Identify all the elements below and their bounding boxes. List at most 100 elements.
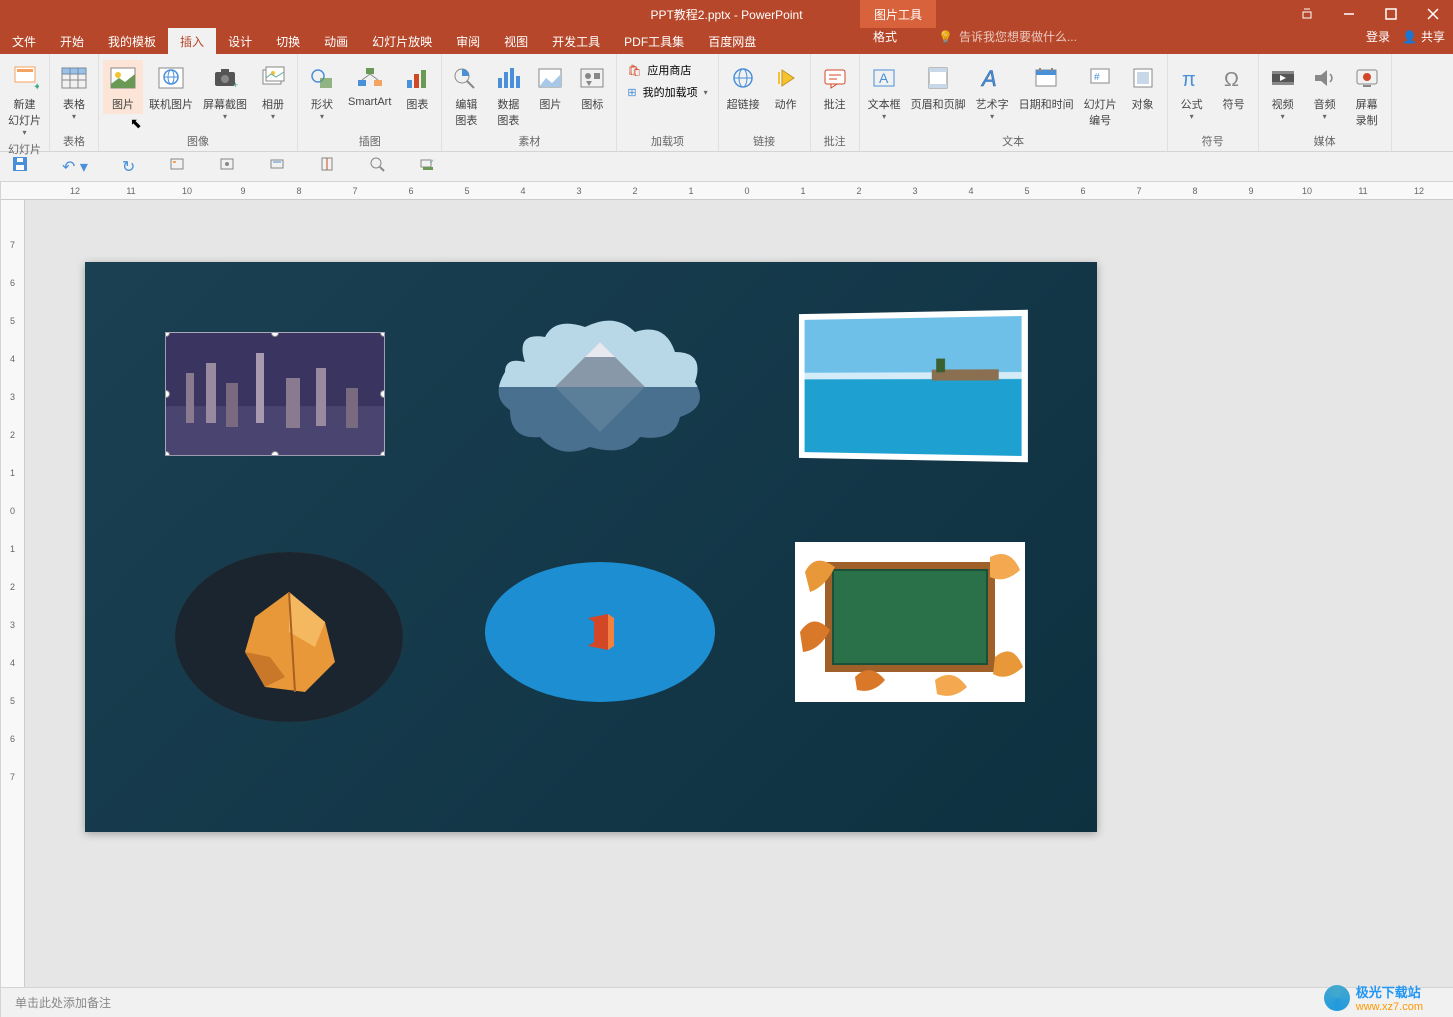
chevron-down-icon: ▾ — [1323, 112, 1327, 121]
tab-home[interactable]: 开始 — [48, 28, 96, 54]
equation-icon: π — [1176, 62, 1208, 94]
chevron-down-icon: ▾ — [271, 112, 275, 121]
notes-pane[interactable]: 单击此处添加备注 — [1, 987, 1453, 1017]
image-material-button[interactable]: 图片 — [530, 60, 570, 114]
picture-button[interactable]: 图片 — [103, 60, 143, 114]
qat-btn-6[interactable] — [267, 154, 287, 179]
action-button[interactable]: 动作 — [766, 60, 806, 114]
video-button[interactable]: 视频 ▾ — [1263, 60, 1303, 123]
minimize-button[interactable] — [1329, 0, 1369, 28]
slide-number-button[interactable]: # 幻灯片 编号 — [1080, 60, 1121, 130]
resize-handle-sw[interactable] — [165, 451, 170, 456]
qat-btn-7[interactable] — [317, 154, 337, 179]
date-time-button[interactable]: 日期和时间 — [1015, 60, 1078, 114]
tab-file[interactable]: 文件 — [0, 28, 48, 54]
object-button[interactable]: 对象 — [1123, 60, 1163, 114]
notes-placeholder: 单击此处添加备注 — [15, 996, 111, 1010]
svg-text:Ω: Ω — [1224, 69, 1239, 90]
header-footer-icon — [922, 62, 954, 94]
svg-text:A: A — [980, 66, 997, 90]
hyperlink-icon — [727, 62, 759, 94]
tab-animations[interactable]: 动画 — [312, 28, 360, 54]
watermark-url: www.xz7.com — [1356, 1001, 1423, 1013]
my-addins-button[interactable]: ⊞ 我的加载项 ▾ — [627, 84, 707, 100]
image-beach[interactable] — [799, 310, 1028, 463]
tab-baidu-netdisk[interactable]: 百度网盘 — [696, 28, 768, 54]
ribbon-display-options-button[interactable] — [1287, 0, 1327, 28]
comment-icon — [819, 62, 851, 94]
data-chart-icon — [492, 62, 524, 94]
tab-view[interactable]: 视图 — [492, 28, 540, 54]
image-office-logo[interactable] — [485, 562, 715, 702]
svg-text:A: A — [879, 70, 889, 86]
image-city-selected[interactable]: ↻ — [165, 332, 385, 456]
audio-button[interactable]: 音频 ▾ — [1305, 60, 1345, 123]
image-leaf[interactable] — [175, 552, 403, 722]
tab-insert[interactable]: 插入 — [168, 28, 216, 54]
screenshot-button[interactable]: + 屏幕截图 ▾ — [199, 60, 251, 123]
tellme-search[interactable]: 💡 告诉我您想要做什么... — [930, 28, 1085, 45]
textbox-button[interactable]: A 文本框 ▾ — [864, 60, 905, 123]
smartart-button[interactable]: SmartArt — [344, 60, 395, 110]
save-button[interactable] — [10, 154, 30, 179]
contextual-tab-group: 图片工具 — [860, 0, 936, 28]
chevron-down-icon: ▾ — [704, 88, 708, 97]
comment-button[interactable]: 批注 — [815, 60, 855, 114]
qat-btn-5[interactable] — [217, 154, 237, 179]
tab-design[interactable]: 设计 — [216, 28, 264, 54]
wordart-button[interactable]: A 艺术字 ▾ — [972, 60, 1013, 123]
tab-slideshow[interactable]: 幻灯片放映 — [360, 28, 444, 54]
hyperlink-button[interactable]: 超链接 — [723, 60, 764, 114]
chevron-down-icon: ▾ — [1190, 112, 1194, 121]
resize-handle-s[interactable] — [271, 451, 279, 456]
app-store-button[interactable]: 🛍 应用商店 — [627, 62, 691, 78]
resize-handle-se[interactable] — [380, 451, 385, 456]
date-time-icon — [1030, 62, 1062, 94]
redo-button[interactable]: ↻ — [120, 155, 137, 179]
table-button[interactable]: 表格 ▾ — [54, 60, 94, 123]
watermark: 极光下载站 www.xz7.com — [1324, 982, 1423, 1013]
chart-button[interactable]: 图表 — [397, 60, 437, 114]
new-slide-button[interactable]: ✦ 新建 幻灯片 ▾ — [4, 60, 45, 139]
tab-pdf-tools[interactable]: PDF工具集 — [612, 28, 696, 54]
tab-my-templates[interactable]: 我的模板 — [96, 28, 168, 54]
image-chalkboard[interactable] — [795, 542, 1025, 702]
symbol-icon: Ω — [1218, 62, 1250, 94]
vertical-ruler: 765432101234567 — [1, 200, 25, 987]
image-material-icon — [534, 62, 566, 94]
qat-btn-8[interactable] — [367, 154, 387, 179]
titlebar: PPT教程2.pptx - PowerPoint 图片工具 — [0, 0, 1453, 28]
ribbon: ✦ 新建 幻灯片 ▾ 幻灯片 表格 ▾ 表格 图片 联机图片 — [0, 54, 1453, 152]
maximize-button[interactable] — [1371, 0, 1411, 28]
screen-recording-button[interactable]: 屏幕 录制 — [1347, 60, 1387, 130]
tab-review[interactable]: 审阅 — [444, 28, 492, 54]
data-chart-button[interactable]: 数据 图表 — [488, 60, 528, 130]
tab-transitions[interactable]: 切换 — [264, 28, 312, 54]
login-link[interactable]: 登录 — [1366, 28, 1390, 45]
slide-viewport[interactable]: ↻ — [25, 200, 1453, 987]
symbol-button[interactable]: Ω 符号 — [1214, 60, 1254, 114]
share-button[interactable]: 👤共享 — [1402, 28, 1445, 45]
resize-handle-ne[interactable] — [380, 332, 385, 337]
qat-btn-4[interactable] — [167, 154, 187, 179]
resize-handle-e[interactable] — [380, 390, 385, 398]
close-button[interactable] — [1413, 0, 1453, 28]
album-button[interactable]: 相册 ▾ — [253, 60, 293, 123]
svg-text:#: # — [1094, 72, 1100, 83]
equation-button[interactable]: π 公式 ▾ — [1172, 60, 1212, 123]
svg-text:✓: ✓ — [429, 159, 435, 166]
canvas-area: 121110987654321012345678910111213 765432… — [1, 182, 1453, 1017]
undo-button[interactable]: ↶ ▾ — [60, 155, 90, 179]
header-footer-button[interactable]: 页眉和页脚 — [907, 60, 970, 114]
qat-btn-9[interactable]: ✓ — [417, 154, 437, 179]
icon-material-button[interactable]: 图标 — [572, 60, 612, 114]
tab-developer[interactable]: 开发工具 — [540, 28, 612, 54]
image-mountain-cloud[interactable] — [485, 312, 715, 462]
shapes-button[interactable]: 形状 ▾ — [302, 60, 342, 123]
online-pictures-button[interactable]: 联机图片 — [145, 60, 197, 114]
tab-format[interactable]: 格式 — [860, 28, 910, 45]
picture-icon — [107, 62, 139, 94]
slide-canvas[interactable]: ↻ — [85, 262, 1097, 832]
edit-chart-button[interactable]: 编辑 图表 — [446, 60, 486, 130]
textbox-icon: A — [868, 62, 900, 94]
